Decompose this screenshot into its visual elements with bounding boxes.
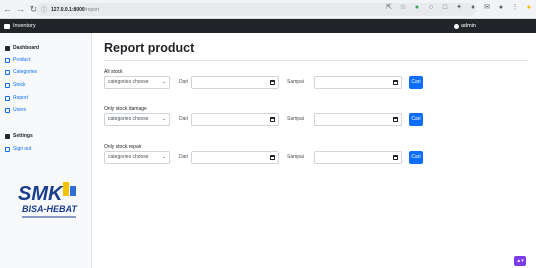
from-date-input[interactable]: [191, 151, 279, 164]
logo-mark-blue: [70, 186, 76, 196]
logo-smk-text: SMK: [18, 183, 64, 205]
extension-icon[interactable]: ○: [427, 4, 435, 12]
brand-label: Inventory: [13, 23, 36, 29]
to-date-input[interactable]: [314, 76, 402, 89]
info-icon: ⓘ: [41, 8, 48, 14]
back-arrow-icon[interactable]: ←: [2, 4, 13, 15]
user-name: admin: [461, 23, 476, 29]
to-date-input[interactable]: [314, 113, 402, 126]
sidebar-item-label: Sign out: [13, 146, 32, 152]
from-date-input[interactable]: [191, 113, 279, 126]
section-label-stock-repair: Only stock repair: [104, 144, 142, 150]
sidebar-item-label: Categories: [13, 69, 38, 75]
sidebar-item-product[interactable]: Product: [5, 57, 30, 63]
section-label-stock-damage: Only stock damage: [104, 106, 147, 112]
menu-icon[interactable]: ⋮: [511, 4, 519, 12]
sidebar-item-settings[interactable]: Settings: [5, 133, 33, 139]
search-button[interactable]: Cari: [409, 113, 423, 126]
search-button[interactable]: Cari: [409, 76, 423, 89]
file-icon: [5, 57, 10, 63]
chevron-down-icon: ⌄: [161, 154, 166, 160]
brand[interactable]: Inventory: [4, 23, 36, 29]
category-select-value: categories choose: [108, 154, 149, 160]
sidebar-item-users[interactable]: Users: [5, 107, 26, 113]
category-select-value: categories choose: [108, 79, 149, 85]
sidebar-item-label: Users: [13, 107, 27, 113]
sidebar: Dashboard Product Categories Stock Repor…: [0, 33, 92, 268]
gear-icon: [5, 133, 10, 139]
school-logo: SMK BISA-HEBAT: [18, 182, 78, 218]
calendar-icon[interactable]: [270, 155, 275, 160]
share-icon[interactable]: ⇱: [385, 4, 393, 12]
sidebar-item-categories[interactable]: Categories: [5, 69, 37, 75]
category-select-value: categories choose: [108, 116, 149, 122]
sidebar-item-label: Report: [13, 95, 29, 101]
calendar-icon[interactable]: [393, 155, 398, 160]
sidebar-item-dashboard[interactable]: Dashboard: [5, 45, 39, 51]
star-icon[interactable]: ☆: [399, 4, 407, 12]
logo-mark-yellow: [63, 182, 69, 196]
extensions-area: ⇱ ☆ ● ○ □ ✦ ♦ ✉ ● ⋮ ●: [385, 4, 533, 12]
url-text: 127.0.0.1:8000/report: [51, 7, 99, 13]
from-label: Dari: [179, 154, 189, 160]
to-date-input[interactable]: [314, 151, 402, 164]
calendar-icon[interactable]: [270, 80, 275, 85]
sidebar-item-report[interactable]: Report: [5, 95, 28, 101]
category-select[interactable]: categories choose ⌄: [104, 151, 170, 164]
user-menu[interactable]: admin: [454, 19, 476, 33]
chrome-update-icon[interactable]: ●: [525, 4, 533, 12]
page-title: Report product: [104, 41, 195, 55]
sidebar-item-label: Stock: [13, 82, 26, 88]
browser-toolbar: ← → ↻ ⓘ 127.0.0.1:8000/report ⇱ ☆ ● ○ □ …: [0, 0, 536, 19]
to-label: Sampai: [287, 116, 304, 122]
url-host: 127.0.0.1:8000: [51, 6, 85, 13]
filter-row-stock-damage: categories choose ⌄ Dari Sampai Cari: [104, 113, 423, 127]
sidebar-item-label: Dashboard: [13, 45, 40, 51]
to-label: Sampai: [287, 154, 304, 160]
brand-icon: [4, 23, 10, 29]
extension-icon[interactable]: □: [441, 4, 449, 12]
search-button[interactable]: Cari: [409, 151, 423, 164]
home-icon: [5, 45, 10, 51]
floating-action-button[interactable]: ▲▾: [514, 256, 526, 266]
top-navbar: Inventory admin: [0, 19, 536, 33]
extension-icon[interactable]: ●: [413, 4, 421, 12]
profile-icon[interactable]: ●: [497, 4, 505, 12]
list-icon: [5, 69, 10, 75]
filter-row-all-stock: categories choose ⌄ Dari Sampai Cari: [104, 76, 423, 90]
from-label: Dari: [179, 116, 189, 122]
chevron-down-icon: ⌄: [161, 116, 166, 122]
user-icon: [454, 23, 459, 29]
users-icon: [5, 107, 10, 113]
chart-icon: [5, 95, 10, 101]
from-date-input[interactable]: [191, 76, 279, 89]
calendar-icon[interactable]: [270, 117, 275, 122]
main-content: Report product All stock categories choo…: [92, 33, 536, 268]
sidebar-item-label: Product: [13, 57, 31, 63]
filter-row-stock-repair: categories choose ⌄ Dari Sampai Cari: [104, 151, 423, 165]
calendar-icon[interactable]: [393, 117, 398, 122]
from-label: Dari: [179, 79, 189, 85]
title-divider: [104, 60, 528, 61]
sidebar-item-label: Settings: [13, 133, 33, 139]
chevron-down-icon: ⌄: [161, 79, 166, 85]
logo-subtext: BISA-HEBAT: [22, 204, 78, 214]
puzzle-icon[interactable]: ✦: [455, 4, 463, 12]
section-label-all-stock: All stock: [104, 69, 123, 75]
sidebar-item-sign-out[interactable]: Sign out: [5, 146, 31, 152]
box-icon: [5, 82, 10, 88]
url-path: /report: [84, 6, 100, 13]
extension-icon[interactable]: ♦: [469, 4, 477, 12]
category-select[interactable]: categories choose ⌄: [104, 76, 170, 89]
extension-icon[interactable]: ✉: [483, 4, 491, 12]
forward-arrow-icon[interactable]: →: [15, 4, 26, 15]
to-label: Sampai: [287, 79, 304, 85]
calendar-icon[interactable]: [393, 80, 398, 85]
exit-icon: [5, 146, 10, 152]
sidebar-item-stock[interactable]: Stock: [5, 82, 26, 88]
category-select[interactable]: categories choose ⌄: [104, 113, 170, 126]
